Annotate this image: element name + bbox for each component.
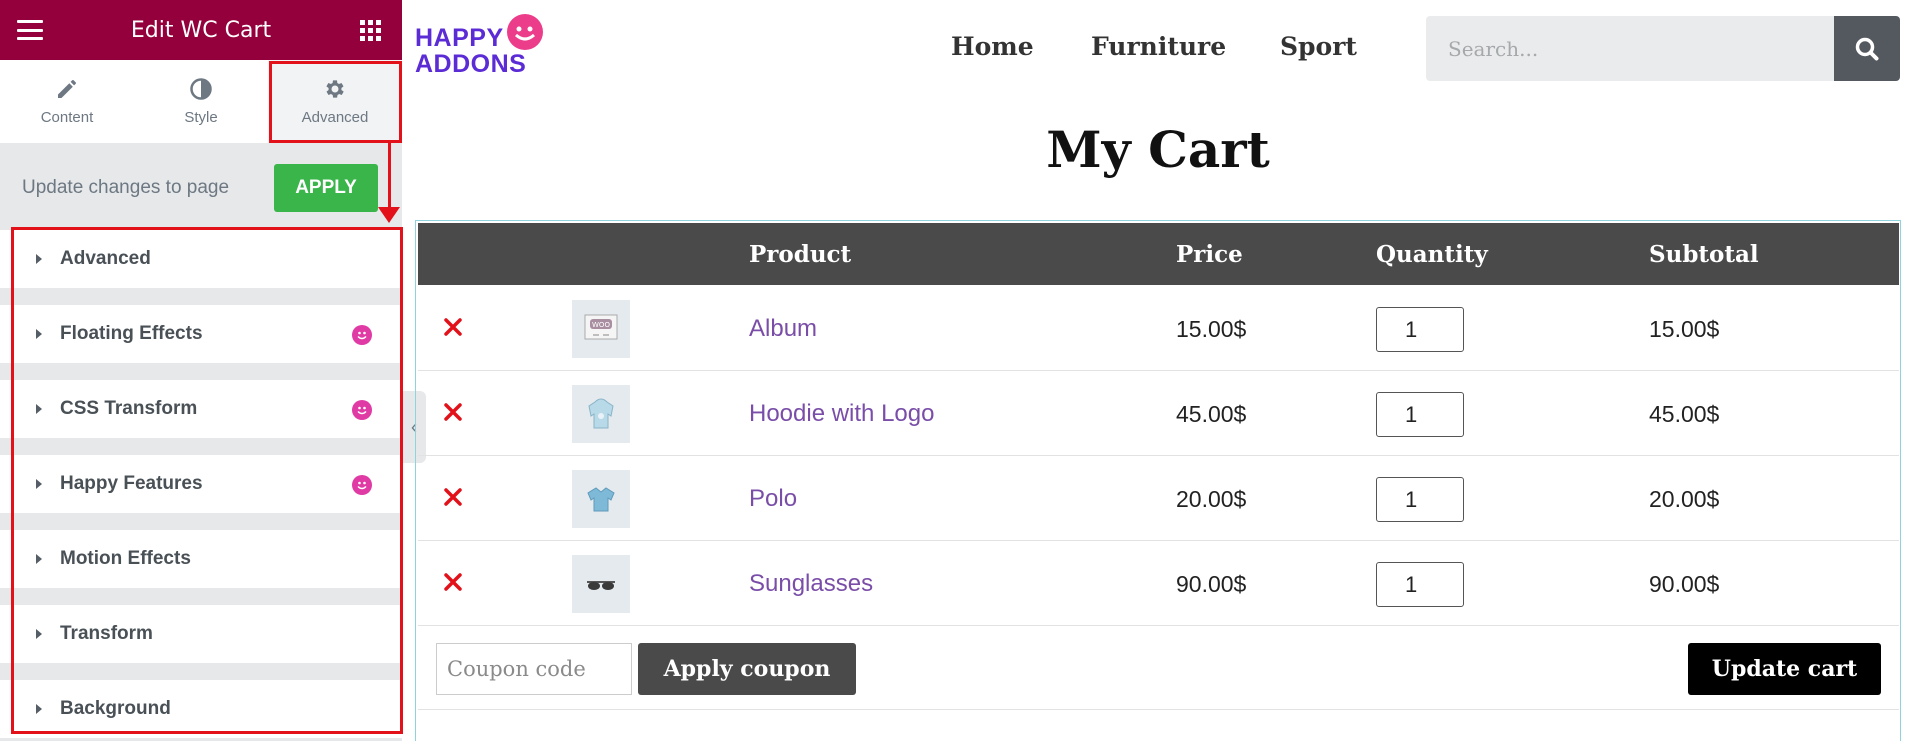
section-label: Motion Effects	[60, 548, 191, 569]
section-css-transform[interactable]: CSS Transform	[0, 380, 402, 438]
quantity-input[interactable]	[1376, 562, 1464, 607]
table-row: Polo 20.00$ 20.00$	[418, 456, 1899, 541]
section-background[interactable]: Background	[0, 680, 402, 738]
search-icon	[1855, 37, 1879, 60]
quantity-input[interactable]	[1376, 477, 1464, 522]
table-row: Sunglasses 90.00$ 90.00$	[418, 541, 1899, 626]
product-thumbnail-polo[interactable]	[572, 470, 630, 528]
half-circle-icon	[190, 78, 212, 100]
product-price: 20.00$	[1176, 486, 1247, 512]
caret-right-icon	[36, 554, 42, 564]
product-thumbnail-hoodie[interactable]	[572, 385, 630, 443]
nav-sport[interactable]: Sport	[1280, 32, 1357, 61]
svg-text:WOO: WOO	[592, 321, 610, 329]
tab-content[interactable]: Content	[0, 60, 134, 143]
tab-advanced-label: Advanced	[301, 109, 369, 126]
pencil-icon	[58, 80, 76, 98]
product-link[interactable]: Polo	[749, 485, 797, 513]
update-cart-button[interactable]: Update cart	[1688, 643, 1881, 695]
caret-right-icon	[36, 329, 42, 339]
logo-face-icon	[507, 14, 543, 50]
update-changes-row: Update changes to page APPLY	[0, 143, 402, 233]
editor-panel: Edit WC Cart Content Style Advanced Upda…	[0, 0, 402, 741]
product-price: 45.00$	[1176, 401, 1247, 427]
apply-button[interactable]: APPLY	[274, 164, 378, 212]
product-thumbnail-album[interactable]: WOO	[572, 300, 630, 358]
apps-grid-icon[interactable]	[360, 20, 381, 41]
caret-right-icon	[36, 629, 42, 639]
caret-right-icon	[36, 704, 42, 714]
page-title: My Cart	[1046, 120, 1270, 179]
panel-title: Edit WC Cart	[130, 17, 272, 43]
search-input[interactable]	[1426, 16, 1834, 81]
product-subtotal: 20.00$	[1649, 486, 1720, 512]
update-changes-text: Update changes to page	[22, 177, 230, 198]
header-quantity: Quantity	[1376, 241, 1488, 268]
product-link[interactable]: Hoodie with Logo	[749, 400, 934, 428]
section-transform[interactable]: Transform	[0, 605, 402, 663]
cart-actions-row: Apply coupon Update cart	[418, 628, 1899, 710]
caret-right-icon	[36, 404, 42, 414]
remove-item-icon[interactable]	[442, 316, 464, 338]
panel-header: Edit WC Cart	[0, 0, 402, 60]
product-subtotal: 45.00$	[1649, 401, 1720, 427]
product-price: 90.00$	[1176, 571, 1247, 597]
product-thumbnail-sunglasses[interactable]	[572, 555, 630, 613]
happy-addons-logo[interactable]: HAPPY ADDONS	[415, 14, 547, 78]
header-subtotal: Subtotal	[1649, 241, 1759, 268]
section-label: CSS Transform	[60, 398, 198, 419]
section-label: Floating Effects	[60, 323, 203, 344]
caret-right-icon	[36, 254, 42, 264]
quantity-input[interactable]	[1376, 307, 1464, 352]
happy-addons-icon	[352, 400, 372, 420]
remove-item-icon[interactable]	[442, 486, 464, 508]
tab-style-label: Style	[184, 109, 218, 126]
logo-line-happy: HAPPY	[415, 24, 504, 52]
gear-icon	[326, 80, 344, 98]
quantity-input[interactable]	[1376, 392, 1464, 437]
happy-addons-icon	[352, 325, 372, 345]
section-motion-effects[interactable]: Motion Effects	[0, 530, 402, 588]
section-advanced[interactable]: Advanced	[0, 230, 402, 288]
section-label: Advanced	[60, 248, 151, 269]
tab-advanced[interactable]: Advanced	[268, 60, 402, 143]
table-row: WOO Album 15.00$ 15.00$	[418, 286, 1899, 371]
section-happy-features[interactable]: Happy Features	[0, 455, 402, 513]
section-label: Transform	[60, 623, 153, 644]
table-row: Hoodie with Logo 45.00$ 45.00$	[418, 371, 1899, 456]
coupon-code-input[interactable]	[436, 643, 632, 695]
tab-style[interactable]: Style	[134, 60, 268, 143]
product-price: 15.00$	[1176, 316, 1247, 342]
advanced-sections-list: Advanced Floating Effects CSS Transform …	[0, 230, 402, 741]
product-link[interactable]: Sunglasses	[749, 570, 873, 598]
logo-line-addons: ADDONS	[415, 50, 527, 78]
apply-coupon-button[interactable]: Apply coupon	[638, 643, 856, 695]
nav-home[interactable]: Home	[951, 32, 1034, 61]
hamburger-menu-icon[interactable]	[17, 20, 43, 40]
remove-item-icon[interactable]	[442, 571, 464, 593]
annotation-arrow-head	[378, 207, 400, 223]
tab-content-label: Content	[40, 109, 94, 126]
header-product: Product	[749, 241, 852, 268]
cart-table-header: Product Price Quantity Subtotal	[418, 223, 1899, 285]
header-price: Price	[1176, 241, 1243, 268]
product-link[interactable]: Album	[749, 315, 817, 343]
search-button[interactable]	[1834, 16, 1900, 81]
section-label: Happy Features	[60, 473, 203, 494]
product-subtotal: 15.00$	[1649, 316, 1720, 342]
happy-addons-icon	[352, 475, 372, 495]
section-floating-effects[interactable]: Floating Effects	[0, 305, 402, 363]
product-subtotal: 90.00$	[1649, 571, 1720, 597]
caret-right-icon	[36, 479, 42, 489]
section-label: Background	[60, 698, 171, 719]
nav-furniture[interactable]: Furniture	[1091, 32, 1226, 61]
panel-tabs: Content Style Advanced	[0, 60, 402, 143]
remove-item-icon[interactable]	[442, 401, 464, 423]
annotation-arrow-line	[388, 143, 391, 209]
